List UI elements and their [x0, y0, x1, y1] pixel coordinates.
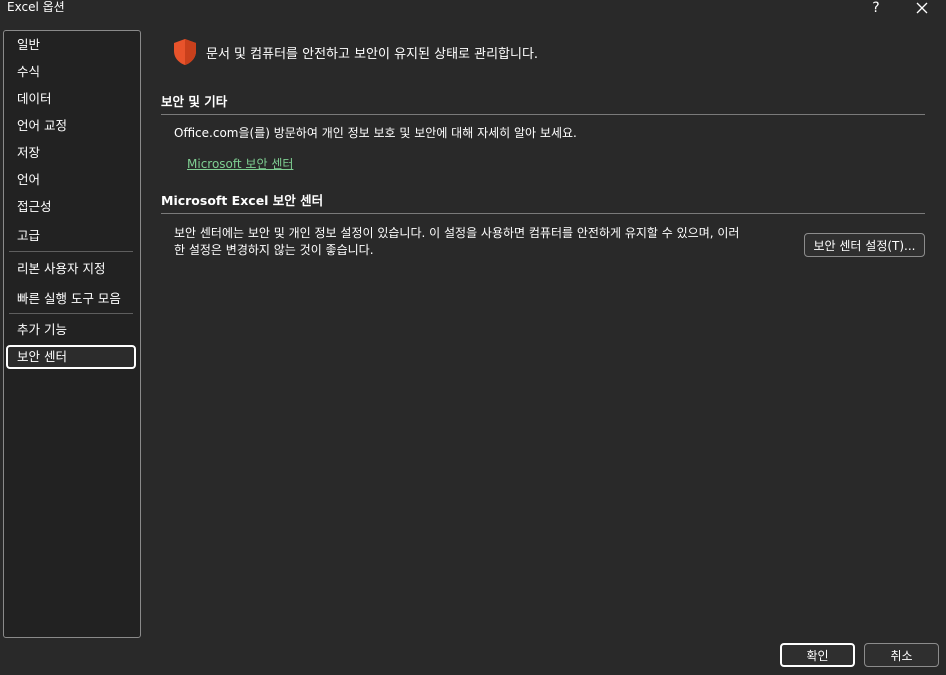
sidebar-item-accessibility[interactable]: 접근성: [6, 195, 136, 219]
main-panel: 문서 및 컴퓨터를 안전하고 보안이 유지된 상태로 관리합니다. 보안 및 기…: [148, 30, 938, 630]
sidebar-item-general[interactable]: 일반: [6, 33, 136, 57]
sidebar-item-add-ins[interactable]: 추가 기능: [6, 318, 136, 342]
sidebar-item-data[interactable]: 데이터: [6, 87, 136, 111]
title-bar: Excel 옵션 ?: [0, 0, 946, 24]
sidebar-item-advanced[interactable]: 고급: [6, 224, 136, 248]
page-header: 문서 및 컴퓨터를 안전하고 보안이 유지된 상태로 관리합니다.: [206, 47, 539, 62]
trust-center-description-line1: 보안 센터에는 보안 및 개인 정보 설정이 있습니다. 이 설정을 사용하면 …: [174, 226, 740, 240]
window-title: Excel 옵션: [7, 0, 65, 14]
sidebar-nav: 일반 수식 데이터 언어 교정 저장 언어 접근성 고급 리본 사용자 지정 빠…: [3, 30, 141, 638]
section-divider: [161, 213, 925, 214]
sidebar-item-customize-ribbon[interactable]: 리본 사용자 지정: [6, 257, 136, 281]
close-icon: [916, 2, 928, 14]
excel-options-dialog: Excel 옵션 ? 일반 수식 데이터 언어 교정 저장 언어 접근성 고급 …: [0, 0, 946, 675]
security-more-description: Office.com을(를) 방문하여 개인 정보 보호 및 보안에 대해 자세…: [174, 126, 577, 140]
close-button[interactable]: [908, 0, 936, 16]
sidebar-divider: [9, 251, 133, 252]
trust-center-settings-button[interactable]: 보안 센터 설정(T)...: [804, 233, 925, 257]
sidebar-divider: [9, 313, 133, 314]
shield-icon: [174, 39, 196, 65]
sidebar-item-trust-center[interactable]: 보안 센터: [6, 345, 136, 369]
sidebar-item-save[interactable]: 저장: [6, 141, 136, 165]
sidebar-item-formulas[interactable]: 수식: [6, 60, 136, 84]
ok-button[interactable]: 확인: [780, 643, 855, 667]
sidebar-item-proofing[interactable]: 언어 교정: [6, 114, 136, 138]
help-button[interactable]: ?: [862, 0, 890, 16]
cancel-button[interactable]: 취소: [864, 643, 939, 667]
sidebar-item-quick-access-toolbar[interactable]: 빠른 실행 도구 모음: [6, 287, 136, 311]
section-title-excel-trust-center: Microsoft Excel 보안 센터: [161, 193, 324, 208]
trust-center-description-line2: 한 설정은 변경하지 않는 것이 좋습니다.: [174, 243, 374, 257]
section-title-security-more: 보안 및 기타: [161, 94, 228, 109]
section-divider: [161, 114, 925, 115]
sidebar-item-language[interactable]: 언어: [6, 168, 136, 192]
microsoft-trustworthy-computing-link[interactable]: Microsoft 보안 센터: [187, 155, 293, 172]
